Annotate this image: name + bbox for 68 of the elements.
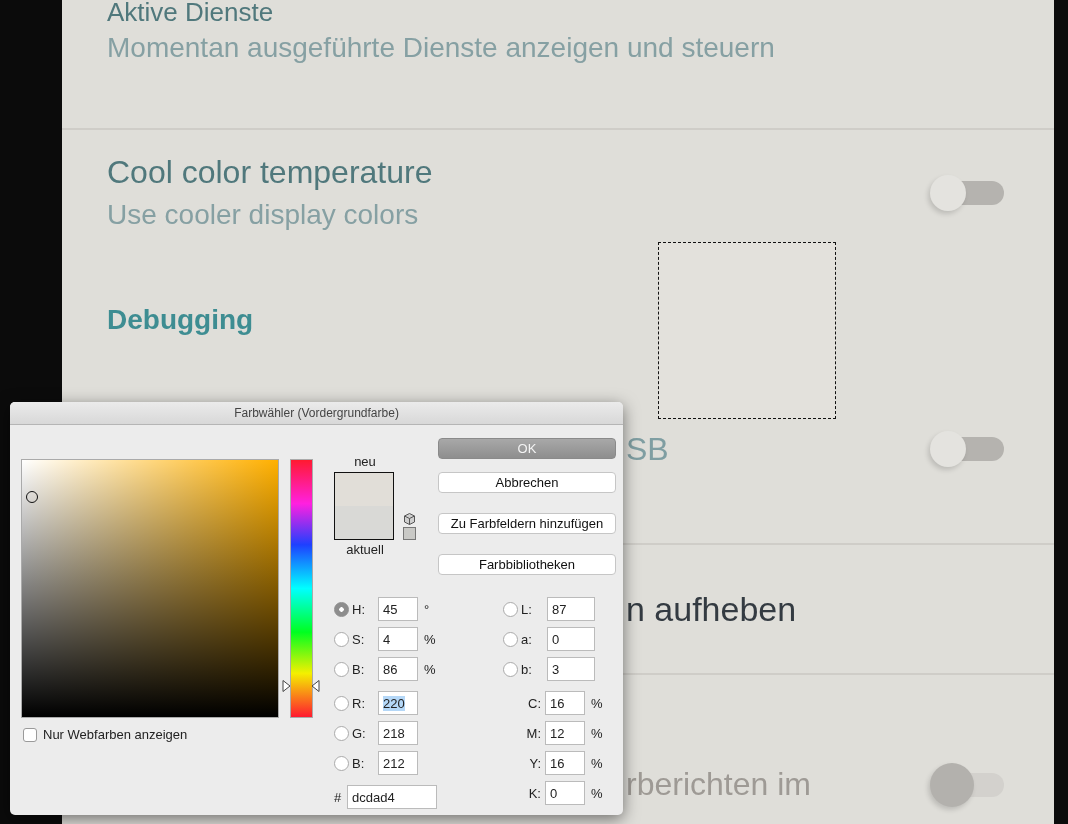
setting-title: Cool color temperature: [107, 154, 434, 191]
dialog-title: Farbwähler (Vordergrundfarbe): [234, 406, 399, 420]
field-label: G:: [352, 725, 367, 741]
setting-title: n aufheben: [626, 589, 798, 629]
checkbox[interactable]: [23, 727, 37, 742]
setting-subtitle: Use cooler display colors: [107, 199, 420, 231]
unit-label: %: [424, 661, 436, 677]
radio-button[interactable]: [334, 601, 349, 617]
field-label: M:: [525, 725, 542, 741]
hue-strip[interactable]: [290, 459, 313, 718]
dialog-button[interactable]: Abbrechen: [438, 472, 616, 493]
dialog-button[interactable]: Farbbibliotheken: [438, 554, 616, 575]
section-header: Debugging: [107, 304, 255, 336]
input-field[interactable]: 45: [378, 597, 418, 621]
toggle-switch[interactable]: [930, 431, 1004, 467]
hue-slider-handle[interactable]: [281, 678, 321, 693]
field-label: Y:: [528, 755, 542, 771]
field-label: L:: [521, 601, 533, 617]
input-field[interactable]: 0: [545, 781, 585, 805]
input-field[interactable]: 0: [547, 627, 595, 651]
field-label: B:: [352, 661, 366, 677]
radio-button[interactable]: [334, 695, 349, 711]
setting-title: rberichten im: [626, 766, 812, 803]
new-color-label: neu: [353, 454, 377, 470]
unit-label: %: [591, 755, 603, 771]
field-label: S:: [352, 631, 366, 647]
input-field[interactable]: 212: [378, 751, 418, 775]
radio-button[interactable]: [503, 661, 518, 677]
input-field[interactable]: 16: [545, 751, 585, 775]
field-label: a:: [521, 631, 533, 647]
checkbox-label: Nur Webfarben anzeigen: [43, 727, 188, 742]
color-swatch: [334, 472, 394, 540]
input-field[interactable]: 218: [378, 721, 418, 745]
input-field[interactable]: 87: [547, 597, 595, 621]
input-field[interactable]: 12: [545, 721, 585, 745]
radio-button[interactable]: [334, 725, 349, 741]
unit-label: %: [424, 631, 436, 647]
unit-label: °: [424, 601, 430, 617]
radio-button[interactable]: [334, 661, 349, 677]
input-field[interactable]: 4: [378, 627, 418, 651]
input-field[interactable]: dcdad4: [347, 785, 437, 809]
current-color-label: aktuell: [345, 542, 385, 558]
dialog-button[interactable]: Zu Farbfeldern hinzufügen: [438, 513, 616, 534]
input-field[interactable]: 86: [378, 657, 418, 681]
websafe-swatch-icon[interactable]: [403, 527, 416, 540]
radio-button[interactable]: [503, 631, 518, 647]
field-label: K:: [527, 785, 542, 801]
unit-label: %: [591, 785, 603, 801]
radio-button[interactable]: [334, 631, 349, 647]
unit-label: %: [591, 695, 603, 711]
field-label: H:: [352, 601, 366, 617]
field-label: b:: [521, 661, 533, 677]
radio-button[interactable]: [334, 755, 349, 771]
setting-title: SB: [626, 430, 670, 468]
field-label: #: [334, 789, 343, 805]
field-label: R:: [352, 695, 366, 711]
field-label: B:: [352, 755, 366, 771]
toggle-switch[interactable]: [930, 174, 1004, 211]
color-field[interactable]: [21, 459, 279, 718]
setting-title: Aktive Dienste: [107, 0, 275, 24]
unit-label: %: [591, 725, 603, 741]
setting-subtitle: Momentan ausgeführte Dienste anzeigen und steuern: [107, 32, 776, 64]
radio-button[interactable]: [503, 601, 518, 617]
cube-icon[interactable]: [404, 513, 415, 525]
field-label: C:: [527, 695, 542, 711]
input-field[interactable]: 3: [547, 657, 595, 681]
input-field[interactable]: 220: [378, 691, 418, 715]
input-field[interactable]: 16: [545, 691, 585, 715]
